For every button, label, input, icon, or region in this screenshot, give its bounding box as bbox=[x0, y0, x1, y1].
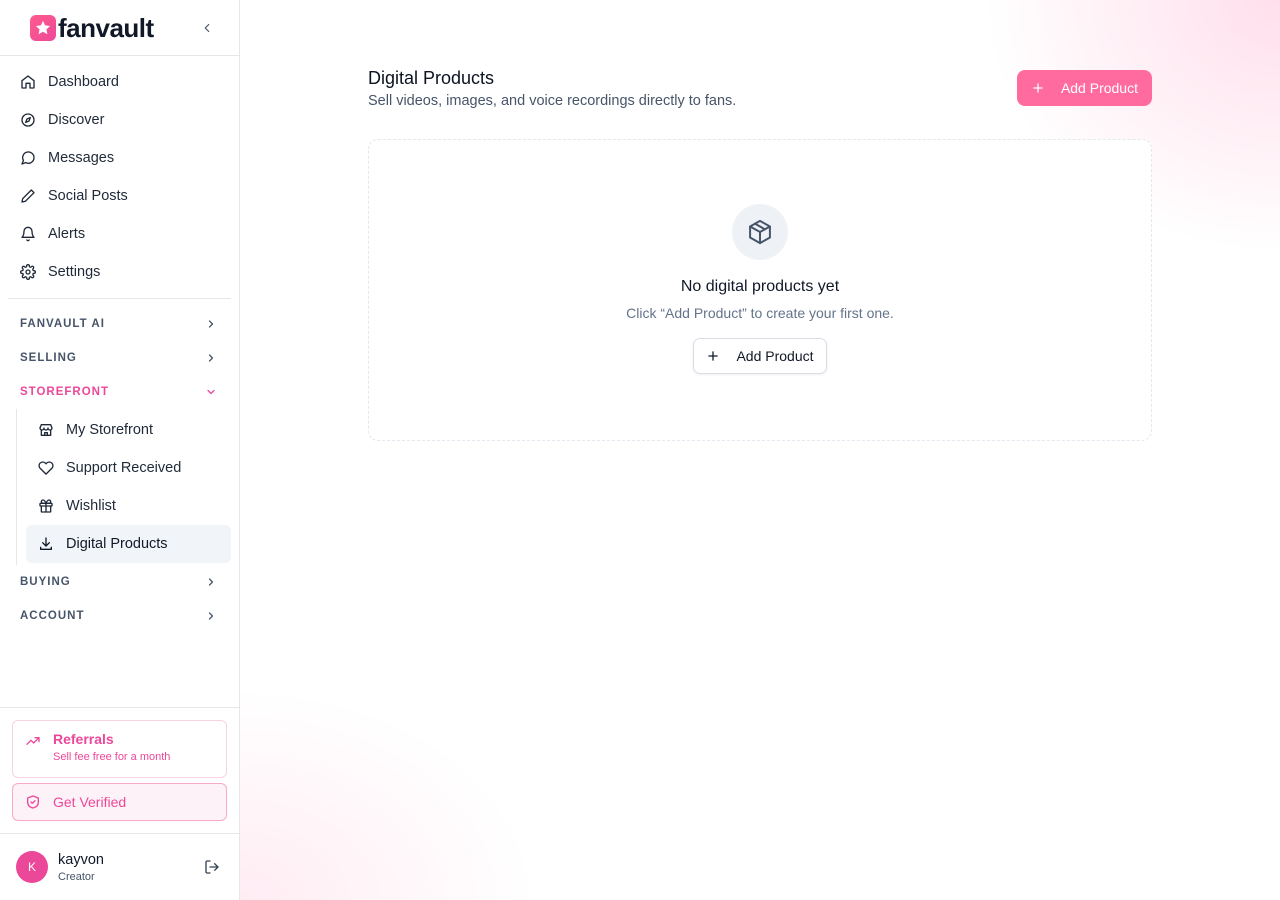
compass-icon bbox=[21, 113, 35, 127]
chevron-left-icon bbox=[204, 23, 210, 32]
chevron-right-icon bbox=[208, 354, 214, 362]
chevron-right-icon bbox=[208, 578, 214, 586]
section-label: SELLING bbox=[20, 352, 77, 364]
section-label: ACCOUNT bbox=[20, 610, 85, 622]
download-icon bbox=[40, 537, 52, 550]
nav-item-label: Dashboard bbox=[48, 74, 119, 90]
main-nav: Dashboard Discover Messages Social Posts… bbox=[0, 56, 239, 633]
nav-item-discover[interactable]: Discover bbox=[8, 101, 231, 139]
pen-icon bbox=[21, 189, 35, 203]
nav-item-messages[interactable]: Messages bbox=[8, 139, 231, 177]
nav-item-social-posts[interactable]: Social Posts bbox=[8, 177, 231, 215]
digital-products-page: Digital Products Sell videos, images, an… bbox=[368, 66, 1152, 441]
package-icon bbox=[749, 219, 771, 245]
sidebar-item-my-storefront[interactable]: My Storefront bbox=[26, 411, 231, 449]
user-info: kayvon Creator bbox=[58, 852, 191, 883]
logout-button[interactable] bbox=[201, 856, 223, 878]
gear-icon bbox=[20, 264, 36, 280]
nav-divider bbox=[8, 298, 231, 299]
page-description: Sell videos, images, and voice recording… bbox=[368, 93, 737, 109]
chevron-right-icon bbox=[208, 320, 214, 328]
sidebar: fanvault Dashboard Discover Messages Soc… bbox=[0, 0, 240, 900]
store-icon bbox=[39, 424, 53, 436]
sidebar-header: fanvault bbox=[0, 0, 239, 56]
gift-icon bbox=[39, 499, 53, 513]
empty-state: No digital products yet Click “Add Produ… bbox=[368, 139, 1152, 441]
logout-icon bbox=[205, 860, 219, 874]
add-product-label: Add Product bbox=[1060, 80, 1138, 96]
section-buying[interactable]: BUYING bbox=[8, 565, 231, 599]
get-verified-button[interactable]: Get Verified bbox=[12, 783, 227, 821]
sidebar-item-label: Support Received bbox=[66, 460, 182, 476]
avatar[interactable]: K bbox=[16, 851, 48, 883]
referrals-text: Referrals Sell fee free for a month bbox=[53, 731, 170, 763]
nav-item-label: Social Posts bbox=[48, 188, 128, 204]
promo-area: Referrals Sell fee free for a month Get … bbox=[0, 707, 239, 833]
chevron-down-icon bbox=[207, 389, 215, 395]
referrals-subtitle: Sell fee free for a month bbox=[53, 751, 171, 763]
sidebar-item-wishlist[interactable]: Wishlist bbox=[26, 487, 231, 525]
sidebar-item-label: My Storefront bbox=[66, 422, 154, 438]
empty-add-product-button[interactable]: Add Product bbox=[693, 338, 827, 374]
shield-check-icon bbox=[27, 795, 39, 809]
referrals-card[interactable]: Referrals Sell fee free for a month bbox=[12, 720, 227, 778]
sidebar-item-label: Wishlist bbox=[66, 498, 116, 514]
nav-item-alerts[interactable]: Alerts bbox=[8, 215, 231, 253]
page-title: Digital Products bbox=[368, 68, 495, 88]
chevron-right-icon bbox=[208, 612, 214, 620]
add-product-button[interactable]: Add Product bbox=[1016, 70, 1152, 106]
sidebar-item-digital-products[interactable]: Digital Products bbox=[26, 525, 231, 563]
empty-state-icon-wrap bbox=[732, 204, 788, 260]
section-label: BUYING bbox=[20, 576, 71, 588]
brand-name: fanvault bbox=[58, 12, 154, 43]
sidebar-item-support-received[interactable]: Support Received bbox=[26, 449, 231, 487]
section-label: FANVAULT AI bbox=[20, 318, 105, 330]
sidebar-footer: Referrals Sell fee free for a month Get … bbox=[0, 707, 239, 900]
bell-icon bbox=[21, 226, 35, 242]
empty-state-subtitle: Click “Add Product” to create your first… bbox=[626, 305, 894, 321]
referrals-title: Referrals bbox=[53, 731, 114, 747]
message-circle-icon bbox=[21, 151, 35, 165]
heart-icon bbox=[38, 461, 54, 475]
nav-item-label: Messages bbox=[48, 150, 115, 166]
nav-item-label: Alerts bbox=[48, 226, 86, 242]
section-label: STOREFRONT bbox=[20, 386, 110, 398]
main-content: Digital Products Sell videos, images, an… bbox=[240, 0, 1280, 900]
brand-logo[interactable]: fanvault bbox=[30, 12, 154, 43]
empty-state-title: No digital products yet bbox=[680, 278, 840, 295]
nav-item-label: Settings bbox=[48, 264, 101, 280]
plus-icon bbox=[708, 351, 719, 361]
get-verified-label: Get Verified bbox=[53, 794, 127, 810]
collapse-sidebar-button[interactable] bbox=[197, 18, 217, 38]
nav-item-settings[interactable]: Settings bbox=[8, 253, 231, 291]
section-account[interactable]: ACCOUNT bbox=[8, 599, 231, 633]
page-header: Digital Products Sell videos, images, an… bbox=[368, 66, 1152, 109]
trending-up-icon bbox=[26, 737, 40, 745]
section-storefront[interactable]: STOREFRONT bbox=[8, 375, 231, 409]
user-role: Creator bbox=[58, 870, 95, 883]
nav-item-dashboard[interactable]: Dashboard bbox=[8, 63, 231, 101]
section-fanvault-ai[interactable]: FANVAULT AI bbox=[8, 307, 231, 341]
user-name: kayvon bbox=[58, 851, 104, 868]
user-profile: K kayvon Creator bbox=[0, 833, 239, 900]
storefront-subnav: My Storefront Support Received Wishlist … bbox=[16, 409, 231, 565]
star-logo-icon bbox=[30, 14, 56, 41]
section-selling[interactable]: SELLING bbox=[8, 341, 231, 375]
nav-item-label: Discover bbox=[48, 112, 105, 128]
plus-icon bbox=[1033, 83, 1043, 93]
sidebar-item-label: Digital Products bbox=[66, 536, 168, 552]
page-heading-group: Digital Products Sell videos, images, an… bbox=[368, 66, 736, 109]
home-icon bbox=[21, 75, 35, 89]
app-root: fanvault Dashboard Discover Messages Soc… bbox=[0, 0, 1280, 900]
empty-add-product-label: Add Product bbox=[736, 348, 814, 364]
